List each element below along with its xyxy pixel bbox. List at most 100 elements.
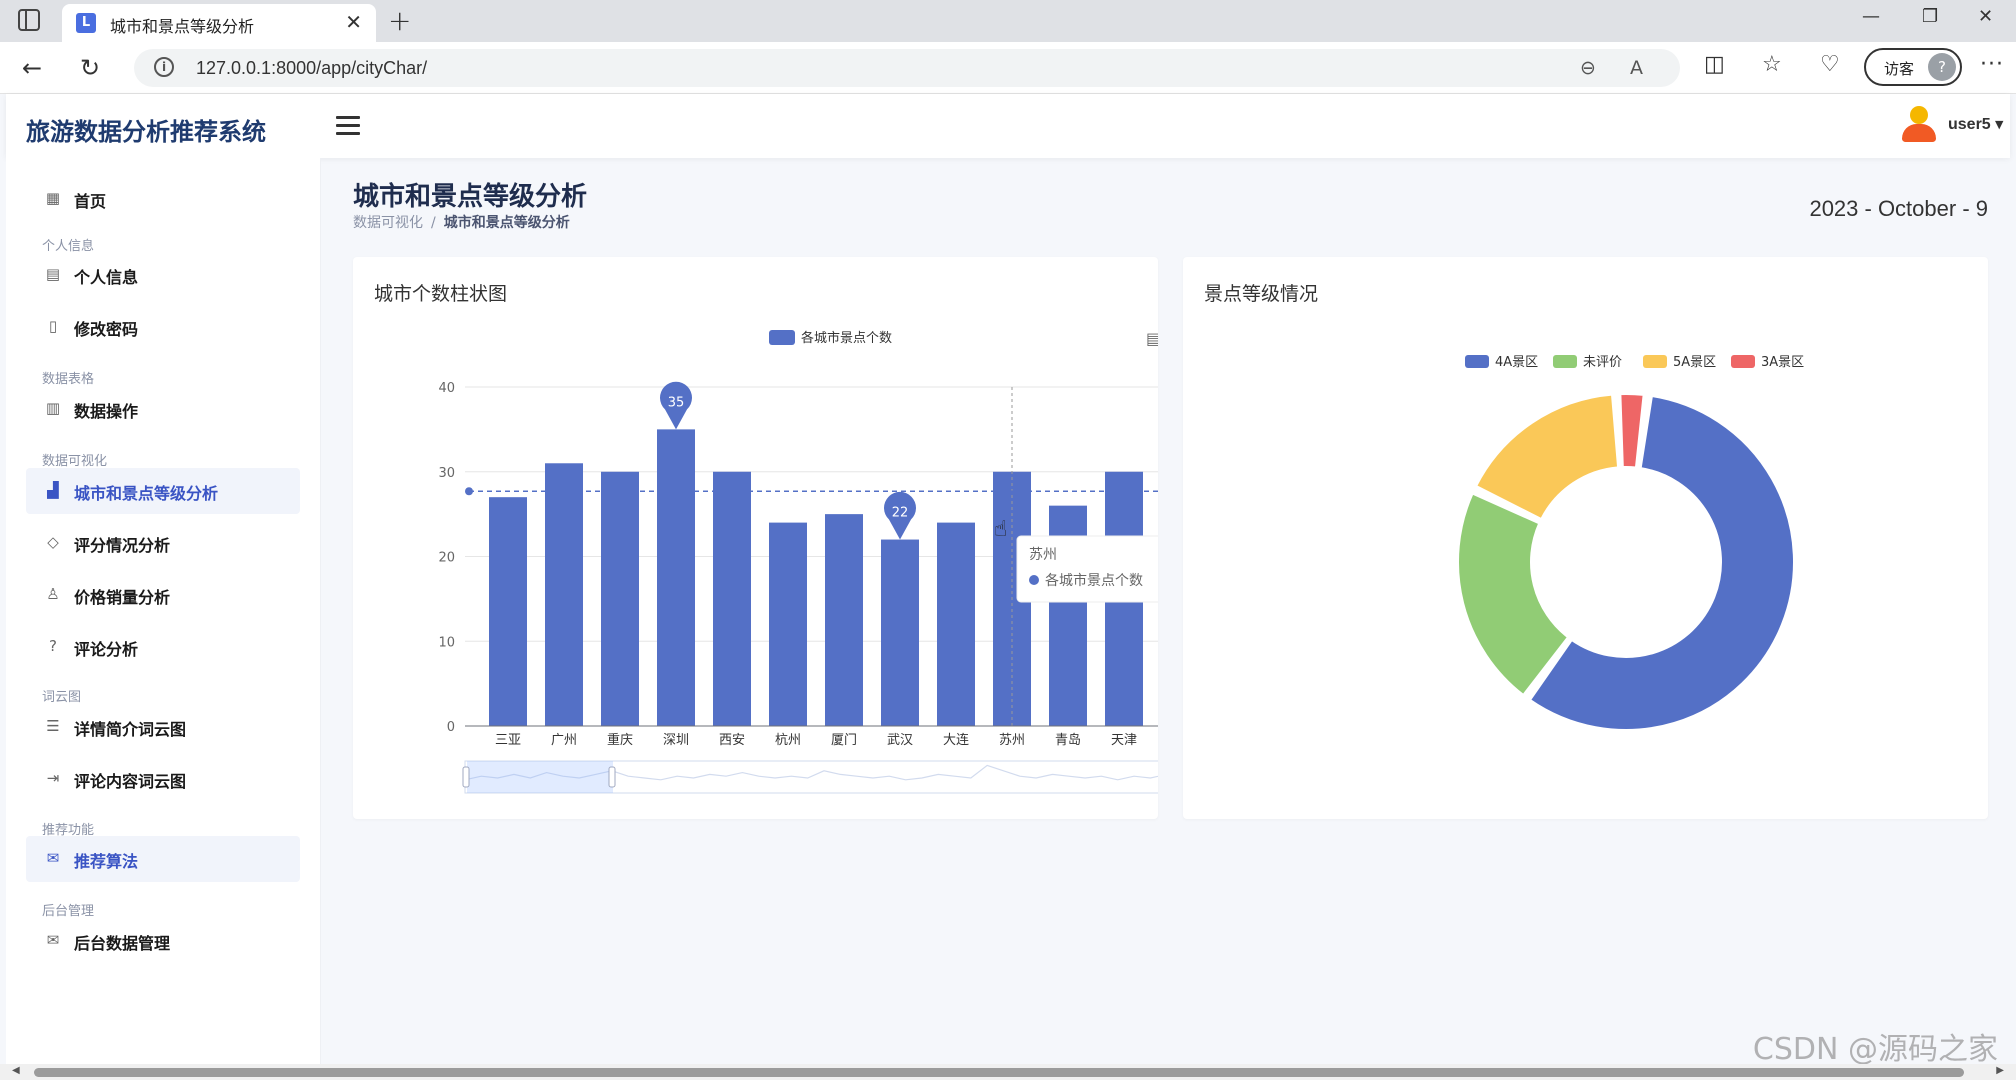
y-tick-label: 10 bbox=[438, 635, 455, 650]
bar-chart[interactable]: 各城市景点个数▤个010203040三亚广州重庆深圳西安杭州厦门武汉大连苏州青岛… bbox=[353, 257, 1158, 819]
sidebar-item-label: 首页 bbox=[74, 192, 107, 211]
browser-tab[interactable]: L 城市和景点等级分析 ✕ bbox=[62, 4, 376, 42]
document-icon: ▯ bbox=[48, 317, 58, 335]
browser-essentials-icon[interactable]: ♡ bbox=[1820, 52, 1840, 77]
tooltip-box bbox=[1016, 535, 1158, 603]
bar bbox=[825, 514, 863, 726]
legend-label: 各城市景点个数 bbox=[801, 330, 892, 346]
sidebar-item-label: 城市和景点等级分析 bbox=[74, 484, 219, 503]
read-aloud-icon[interactable]: A bbox=[1630, 57, 1643, 79]
sidebar-item-price-sales-analysis[interactable]: ♙ 价格销量分析 bbox=[26, 572, 300, 618]
watermark: CSDN @源码之家 bbox=[1752, 1032, 1998, 1067]
sidebar-item-label: 评论分析 bbox=[74, 640, 139, 659]
bar bbox=[881, 539, 919, 726]
scroll-left-icon[interactable]: ◀ bbox=[12, 1065, 20, 1076]
markpoint-label: 22 bbox=[892, 506, 909, 521]
sidebar-item-recommend-algorithm[interactable]: ✉ 推荐算法 bbox=[26, 836, 300, 882]
sidebar-item-change-password[interactable]: ▯ 修改密码 bbox=[26, 304, 300, 350]
user-name[interactable]: user5 bbox=[1948, 116, 1991, 134]
sidebar-item-label: 个人信息 bbox=[74, 268, 139, 287]
user-icon: ♙ bbox=[46, 585, 60, 603]
sidebar-item-label: 后台数据管理 bbox=[74, 934, 171, 953]
x-tick-label: 青岛 bbox=[1055, 732, 1081, 748]
login-icon: ⇥ bbox=[46, 769, 60, 787]
refresh-icon[interactable]: ↻ bbox=[80, 54, 100, 82]
datazoom-slider bbox=[462, 760, 1158, 794]
mail-icon: ✉ bbox=[46, 849, 60, 867]
bar-chart-card: 城市个数柱状图 各城市景点个数▤个010203040三亚广州重庆深圳西安杭州厦门… bbox=[353, 257, 1158, 819]
sidebar-item-comment-wordcloud[interactable]: ⇥ 评论内容词云图 bbox=[26, 756, 300, 802]
zoom-icon[interactable]: ⊖ bbox=[1580, 57, 1596, 79]
bar bbox=[601, 471, 639, 726]
donut-slice bbox=[1475, 393, 1620, 521]
sidebar-toggle-icon[interactable] bbox=[18, 9, 40, 31]
donut-slice bbox=[1457, 492, 1569, 696]
more-icon[interactable]: ··· bbox=[1980, 52, 2004, 77]
url-field[interactable]: i 127.0.0.1:8000/app/cityChar/ ⊖ A bbox=[134, 49, 1680, 87]
sidebar-section-label: 数据表格 bbox=[42, 372, 95, 387]
avatar[interactable] bbox=[1900, 106, 1936, 144]
horizontal-scrollbar[interactable]: ◀ ▶ bbox=[0, 1064, 2016, 1080]
x-tick-label: 三亚 bbox=[495, 733, 521, 748]
x-tick-label: 西安 bbox=[719, 733, 745, 748]
back-icon[interactable]: ← bbox=[22, 54, 42, 82]
scroll-right-icon[interactable]: ▶ bbox=[1996, 1065, 2004, 1076]
sidebar-item-comment-analysis[interactable]: ? 评论分析 bbox=[26, 624, 300, 670]
donut-slice bbox=[1619, 392, 1645, 469]
save-icon: ▤ bbox=[1146, 329, 1158, 348]
tooltip: 苏州各城市景点个数30 bbox=[1016, 535, 1158, 603]
current-date: 2023 - October - 9 bbox=[1809, 196, 1988, 221]
sidebar-item-profile[interactable]: ▤ 个人信息 bbox=[26, 252, 300, 298]
guest-avatar-icon: ? bbox=[1928, 53, 1956, 81]
sidebar-item-label: 修改密码 bbox=[74, 320, 139, 339]
y-tick-label: 40 bbox=[438, 381, 455, 396]
scrollbar-thumb[interactable] bbox=[34, 1068, 1964, 1077]
info-icon[interactable]: i bbox=[154, 57, 174, 77]
legend-swatch bbox=[1731, 355, 1755, 368]
grid-icon: ▦ bbox=[45, 189, 61, 207]
donut-chart[interactable]: 4A景区 未评价 5A景区 3A景区 bbox=[1183, 257, 1988, 819]
tab-close-icon[interactable]: ✕ bbox=[345, 10, 362, 34]
window-close-icon[interactable]: ✕ bbox=[1978, 6, 1993, 27]
caret-down-icon[interactable]: ▼ bbox=[1995, 118, 2003, 131]
legend-swatch bbox=[1643, 355, 1667, 368]
x-tick-label: 大连 bbox=[943, 732, 969, 748]
minimize-icon[interactable]: — bbox=[1862, 6, 1880, 27]
page-title: 城市和景点等级分析 bbox=[353, 182, 588, 212]
bar bbox=[489, 497, 527, 726]
hand-cursor-icon: ☝ bbox=[994, 517, 1007, 542]
diamond-icon: ◇ bbox=[47, 533, 59, 551]
profile-button[interactable]: 访客 ? bbox=[1864, 48, 1962, 86]
sidebar-item-home[interactable]: ▦ 首页 bbox=[26, 176, 300, 222]
sidebar-item-label: 详情简介词云图 bbox=[74, 720, 187, 739]
sidebar-item-label: 价格销量分析 bbox=[74, 588, 171, 607]
x-tick-label: 武汉 bbox=[887, 733, 913, 748]
split-screen-icon[interactable]: ◫ bbox=[1704, 52, 1725, 77]
bar-chart-icon: ▟ bbox=[47, 481, 59, 499]
donut-chart-card: 景点等级情况 4A景区 未评价 5A景区 3A景区 bbox=[1183, 257, 1988, 819]
sidebar-item-admin-data[interactable]: ✉ 后台数据管理 bbox=[26, 918, 300, 964]
profile-icon: ▤ bbox=[45, 265, 61, 283]
url-text[interactable]: 127.0.0.1:8000/app/cityChar/ bbox=[196, 58, 427, 79]
markpoint-pin: 35 bbox=[660, 381, 692, 430]
sidebar-item-rating-analysis[interactable]: ◇ 评分情况分析 bbox=[26, 520, 300, 566]
breadcrumb-separator: / bbox=[431, 215, 436, 231]
plus-icon[interactable]: + bbox=[388, 4, 411, 37]
app-header: 旅游数据分析推荐系统 user5 ▼ bbox=[6, 94, 2010, 158]
breadcrumb-link[interactable]: 数据可视化 bbox=[353, 215, 423, 231]
datazoom-window bbox=[467, 761, 613, 793]
tab-title: 城市和景点等级分析 bbox=[110, 17, 255, 36]
sidebar-item-detail-wordcloud[interactable]: ☰ 详情简介词云图 bbox=[26, 704, 300, 750]
restore-icon[interactable]: ❐ bbox=[1922, 6, 1938, 27]
x-tick-label: 深圳 bbox=[663, 733, 689, 748]
bar bbox=[769, 522, 807, 726]
legend-swatch bbox=[1553, 355, 1577, 368]
sidebar-item-city-level-analysis[interactable]: ▟ 城市和景点等级分析 bbox=[26, 468, 300, 514]
sidebar-item-data-operation[interactable]: ▥ 数据操作 bbox=[26, 386, 300, 432]
breadcrumb-current: 城市和景点等级分析 bbox=[443, 215, 570, 231]
favorites-icon[interactable]: ☆ bbox=[1762, 52, 1782, 77]
breadcrumb: 数据可视化 / 城市和景点等级分析 bbox=[353, 212, 570, 232]
question-icon: ? bbox=[49, 637, 57, 655]
menu-toggle-icon[interactable] bbox=[336, 116, 360, 136]
bar bbox=[545, 463, 583, 726]
